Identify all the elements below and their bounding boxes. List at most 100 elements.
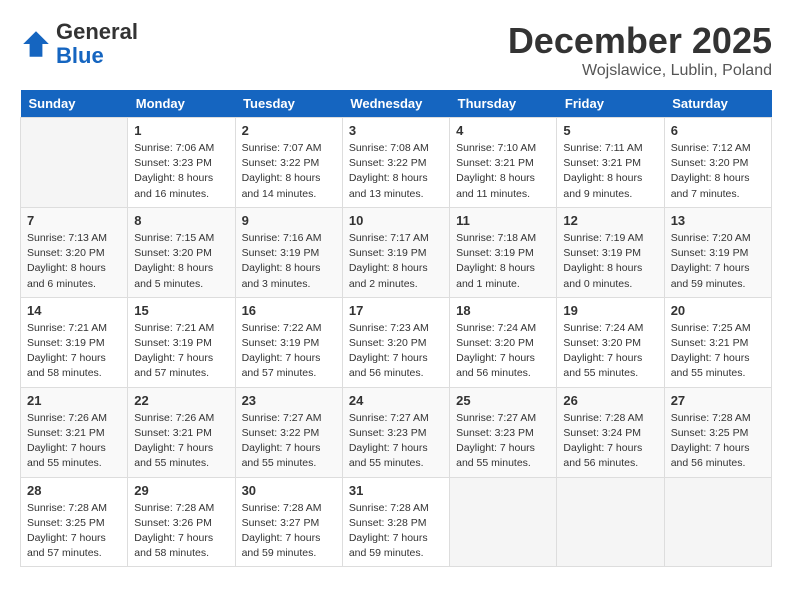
- day-info: Sunrise: 7:27 AM Sunset: 3:23 PM Dayligh…: [349, 411, 443, 472]
- day-cell: 16Sunrise: 7:22 AM Sunset: 3:19 PM Dayli…: [235, 297, 342, 387]
- page-header: General Blue December 2025 Wojslawice, L…: [20, 20, 772, 80]
- week-row-5: 28 Sunrise: 7:28 AM Sunset: 3:25 PM Dayli…: [21, 477, 772, 567]
- day-info: Sunrise: 7:07 AM Sunset: 3:22 PM Dayligh…: [242, 141, 336, 202]
- day-number: 29: [134, 483, 228, 498]
- logo-blue: Blue: [56, 43, 104, 68]
- week-row-4: 21 Sunrise: 7:26 AM Sunset: 3:21 PM Dayli…: [21, 387, 772, 477]
- location-subtitle: Wojslawice, Lublin, Poland: [508, 62, 772, 80]
- day-info: Sunrise: 7:18 AM Sunset: 3:19 PM Dayligh…: [456, 231, 550, 292]
- day-number: 21: [27, 393, 121, 408]
- day-number: 27: [671, 393, 765, 408]
- day-cell: 4 Sunrise: 7:10 AM Sunset: 3:21 PM Daylig…: [450, 118, 557, 208]
- day-number: 28: [27, 483, 121, 498]
- logo: General Blue: [20, 20, 138, 68]
- day-number: 17: [349, 303, 443, 318]
- header-saturday: Saturday: [664, 90, 771, 118]
- day-cell: 18 Sunrise: 7:24 AM Sunset: 3:20 PM Dayli…: [450, 297, 557, 387]
- day-info: Sunrise: 7:27 AM Sunset: 3:23 PM Dayligh…: [456, 411, 550, 472]
- day-cell: 24 Sunrise: 7:27 AM Sunset: 3:23 PM Dayli…: [342, 387, 449, 477]
- day-number: 4: [456, 123, 550, 138]
- day-info: Sunrise: 7:27 AM Sunset: 3:22 PM Dayligh…: [242, 411, 336, 472]
- header-friday: Friday: [557, 90, 664, 118]
- day-info: Sunrise: 7:28 AM Sunset: 3:28 PM Dayligh…: [349, 501, 443, 562]
- day-number: 7: [27, 213, 121, 228]
- day-info: Sunrise: 7:24 AM Sunset: 3:20 PM Dayligh…: [456, 321, 550, 382]
- day-number: 5: [563, 123, 657, 138]
- day-cell: [450, 477, 557, 567]
- day-number: 16: [242, 303, 336, 318]
- day-cell: 17 Sunrise: 7:23 AM Sunset: 3:20 PM Dayli…: [342, 297, 449, 387]
- day-info: Sunrise: 7:28 AM Sunset: 3:25 PM Dayligh…: [27, 501, 121, 562]
- logo-text: General Blue: [56, 20, 138, 68]
- day-info: Sunrise: 7:23 AM Sunset: 3:20 PM Dayligh…: [349, 321, 443, 382]
- day-info: Sunrise: 7:10 AM Sunset: 3:21 PM Dayligh…: [456, 141, 550, 202]
- day-number: 31: [349, 483, 443, 498]
- day-cell: 28 Sunrise: 7:28 AM Sunset: 3:25 PM Dayli…: [21, 477, 128, 567]
- day-number: 23: [242, 393, 336, 408]
- header-thursday: Thursday: [450, 90, 557, 118]
- day-info: Sunrise: 7:16 AM Sunset: 3:19 PM Dayligh…: [242, 231, 336, 292]
- day-number: 10: [349, 213, 443, 228]
- day-info: Sunrise: 7:28 AM Sunset: 3:27 PM Dayligh…: [242, 501, 336, 562]
- day-cell: 3 Sunrise: 7:08 AM Sunset: 3:22 PM Daylig…: [342, 118, 449, 208]
- header-sunday: Sunday: [21, 90, 128, 118]
- day-cell: 29 Sunrise: 7:28 AM Sunset: 3:26 PM Dayli…: [128, 477, 235, 567]
- day-number: 15: [134, 303, 228, 318]
- day-cell: 8Sunrise: 7:15 AM Sunset: 3:20 PM Daylig…: [128, 207, 235, 297]
- day-cell: 13Sunrise: 7:20 AM Sunset: 3:19 PM Dayli…: [664, 207, 771, 297]
- day-info: Sunrise: 7:26 AM Sunset: 3:21 PM Dayligh…: [27, 411, 121, 472]
- header-tuesday: Tuesday: [235, 90, 342, 118]
- day-info: Sunrise: 7:24 AM Sunset: 3:20 PM Dayligh…: [563, 321, 657, 382]
- day-cell: 7Sunrise: 7:13 AM Sunset: 3:20 PM Daylig…: [21, 207, 128, 297]
- header-wednesday: Wednesday: [342, 90, 449, 118]
- day-cell: 11 Sunrise: 7:18 AM Sunset: 3:19 PM Dayli…: [450, 207, 557, 297]
- day-cell: 23 Sunrise: 7:27 AM Sunset: 3:22 PM Dayli…: [235, 387, 342, 477]
- logo-general: General: [56, 19, 138, 44]
- day-cell: 1Sunrise: 7:06 AM Sunset: 3:23 PM Daylig…: [128, 118, 235, 208]
- day-number: 19: [563, 303, 657, 318]
- day-number: 12: [563, 213, 657, 228]
- day-info: Sunrise: 7:08 AM Sunset: 3:22 PM Dayligh…: [349, 141, 443, 202]
- day-cell: 30Sunrise: 7:28 AM Sunset: 3:27 PM Dayli…: [235, 477, 342, 567]
- day-number: 2: [242, 123, 336, 138]
- day-number: 3: [349, 123, 443, 138]
- day-info: Sunrise: 7:15 AM Sunset: 3:20 PM Dayligh…: [134, 231, 228, 292]
- week-row-2: 7Sunrise: 7:13 AM Sunset: 3:20 PM Daylig…: [21, 207, 772, 297]
- day-info: Sunrise: 7:12 AM Sunset: 3:20 PM Dayligh…: [671, 141, 765, 202]
- calendar-table: SundayMondayTuesdayWednesdayThursdayFrid…: [20, 90, 772, 567]
- day-cell: 27 Sunrise: 7:28 AM Sunset: 3:25 PM Dayli…: [664, 387, 771, 477]
- day-info: Sunrise: 7:11 AM Sunset: 3:21 PM Dayligh…: [563, 141, 657, 202]
- day-info: Sunrise: 7:21 AM Sunset: 3:19 PM Dayligh…: [134, 321, 228, 382]
- calendar-body: 1Sunrise: 7:06 AM Sunset: 3:23 PM Daylig…: [21, 118, 772, 567]
- day-cell: 22 Sunrise: 7:26 AM Sunset: 3:21 PM Dayli…: [128, 387, 235, 477]
- week-row-3: 14 Sunrise: 7:21 AM Sunset: 3:19 PM Dayli…: [21, 297, 772, 387]
- day-info: Sunrise: 7:20 AM Sunset: 3:19 PM Dayligh…: [671, 231, 765, 292]
- day-cell: 12Sunrise: 7:19 AM Sunset: 3:19 PM Dayli…: [557, 207, 664, 297]
- title-block: December 2025 Wojslawice, Lublin, Poland: [508, 20, 772, 80]
- day-cell: 5 Sunrise: 7:11 AM Sunset: 3:21 PM Daylig…: [557, 118, 664, 208]
- day-info: Sunrise: 7:28 AM Sunset: 3:24 PM Dayligh…: [563, 411, 657, 472]
- day-number: 18: [456, 303, 550, 318]
- day-cell: [557, 477, 664, 567]
- day-cell: 31 Sunrise: 7:28 AM Sunset: 3:28 PM Dayli…: [342, 477, 449, 567]
- day-info: Sunrise: 7:28 AM Sunset: 3:26 PM Dayligh…: [134, 501, 228, 562]
- day-cell: [21, 118, 128, 208]
- day-info: Sunrise: 7:21 AM Sunset: 3:19 PM Dayligh…: [27, 321, 121, 382]
- day-number: 6: [671, 123, 765, 138]
- logo-icon: [20, 28, 52, 60]
- day-info: Sunrise: 7:28 AM Sunset: 3:25 PM Dayligh…: [671, 411, 765, 472]
- day-number: 24: [349, 393, 443, 408]
- day-number: 22: [134, 393, 228, 408]
- day-info: Sunrise: 7:25 AM Sunset: 3:21 PM Dayligh…: [671, 321, 765, 382]
- day-number: 20: [671, 303, 765, 318]
- day-cell: 19 Sunrise: 7:24 AM Sunset: 3:20 PM Dayli…: [557, 297, 664, 387]
- day-cell: 15 Sunrise: 7:21 AM Sunset: 3:19 PM Dayli…: [128, 297, 235, 387]
- day-number: 11: [456, 213, 550, 228]
- day-info: Sunrise: 7:26 AM Sunset: 3:21 PM Dayligh…: [134, 411, 228, 472]
- day-cell: 25Sunrise: 7:27 AM Sunset: 3:23 PM Dayli…: [450, 387, 557, 477]
- day-number: 14: [27, 303, 121, 318]
- calendar-header-row: SundayMondayTuesdayWednesdayThursdayFrid…: [21, 90, 772, 118]
- day-cell: 2 Sunrise: 7:07 AM Sunset: 3:22 PM Daylig…: [235, 118, 342, 208]
- week-row-1: 1Sunrise: 7:06 AM Sunset: 3:23 PM Daylig…: [21, 118, 772, 208]
- day-cell: 9Sunrise: 7:16 AM Sunset: 3:19 PM Daylig…: [235, 207, 342, 297]
